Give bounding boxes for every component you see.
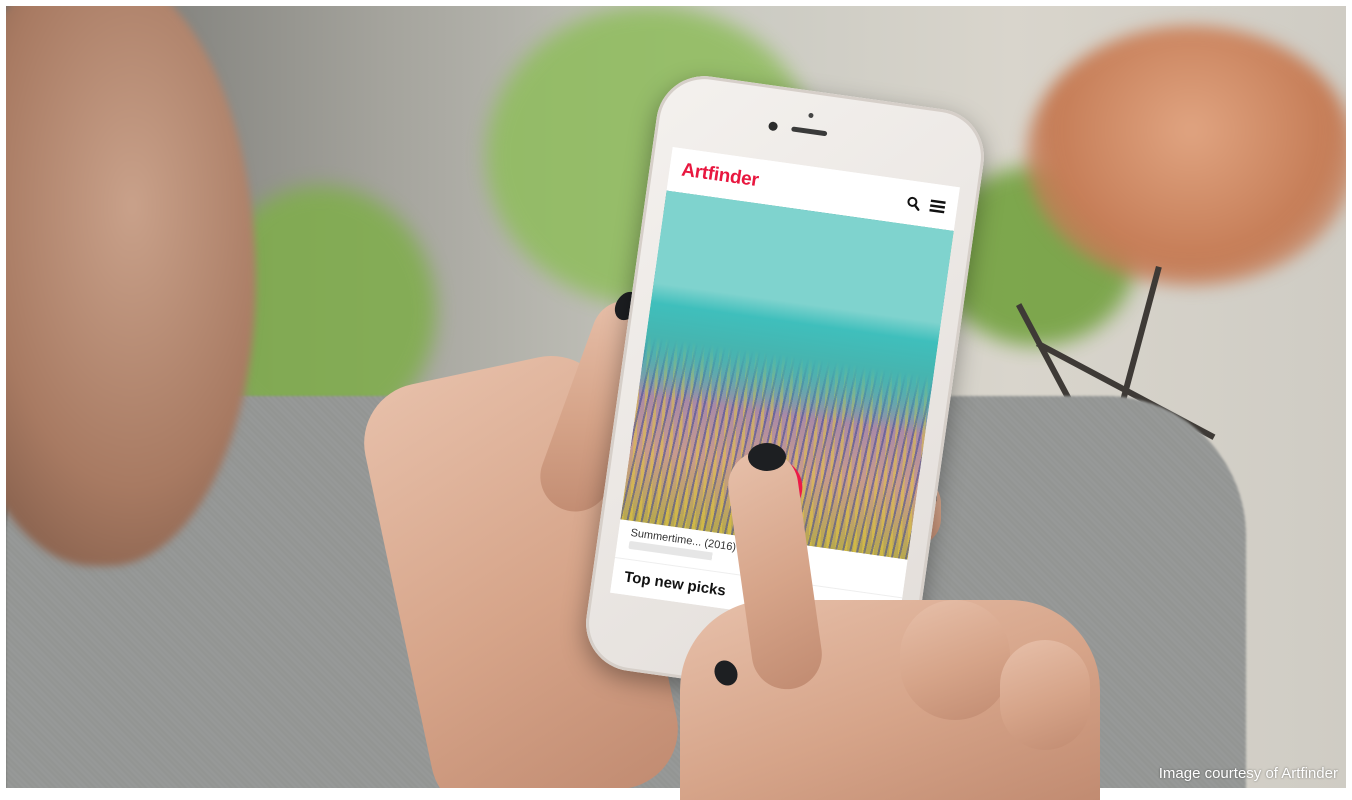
pointing-finger-nail bbox=[748, 443, 786, 471]
menu-icon[interactable] bbox=[928, 197, 946, 215]
header-icons bbox=[904, 194, 946, 215]
background-chair bbox=[1026, 26, 1346, 286]
artfinder-logo[interactable]: Artfinder bbox=[680, 160, 760, 193]
right-knuckle bbox=[900, 600, 1010, 720]
section-title: Top new picks bbox=[623, 569, 727, 600]
right-knuckle bbox=[1000, 640, 1090, 750]
search-icon[interactable] bbox=[904, 194, 922, 212]
phone-speaker bbox=[791, 126, 827, 136]
phone-sensor bbox=[808, 113, 814, 119]
image-credit: Image courtesy of Artfinder bbox=[1159, 765, 1338, 782]
phone-camera bbox=[768, 121, 778, 131]
